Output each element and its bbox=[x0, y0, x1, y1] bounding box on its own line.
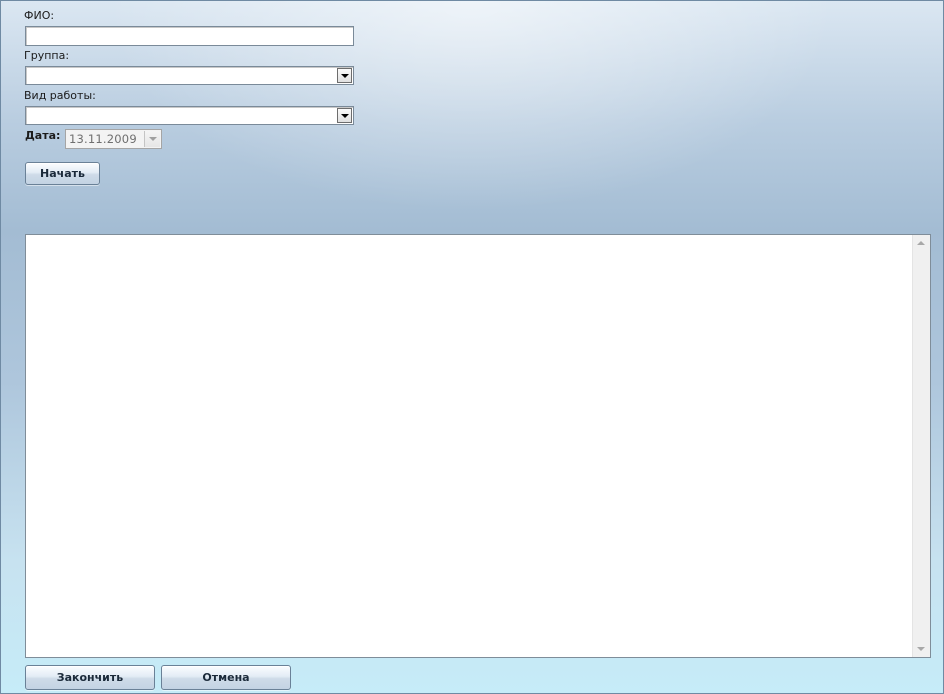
group-dropdown-button[interactable] bbox=[337, 68, 352, 83]
work-type-dropdown-button[interactable] bbox=[337, 108, 352, 123]
date-value: 13.11.2009 bbox=[69, 132, 137, 146]
scroll-down-icon[interactable] bbox=[917, 647, 925, 651]
main-window: ФИО: Группа: Вид работы: Дата: 13.11.200… bbox=[0, 0, 944, 694]
date-label: Дата: bbox=[25, 129, 61, 142]
chevron-down-icon bbox=[340, 73, 349, 78]
fio-label: ФИО: bbox=[24, 9, 55, 22]
date-picker: 13.11.2009 bbox=[65, 129, 162, 149]
cancel-button[interactable]: Отмена bbox=[161, 665, 291, 690]
start-button[interactable]: Начать bbox=[25, 162, 100, 185]
finish-button[interactable]: Закончить bbox=[25, 665, 155, 690]
fio-input[interactable] bbox=[25, 26, 354, 46]
scroll-up-icon[interactable] bbox=[917, 241, 925, 245]
work-type-label: Вид работы: bbox=[24, 89, 96, 102]
date-dropdown-button bbox=[144, 131, 160, 147]
group-label: Группа: bbox=[24, 49, 70, 62]
chevron-down-icon bbox=[340, 113, 349, 118]
group-select[interactable] bbox=[25, 66, 354, 85]
work-type-select[interactable] bbox=[25, 106, 354, 125]
chevron-down-icon bbox=[148, 137, 157, 141]
log-textarea[interactable] bbox=[25, 234, 931, 658]
vertical-scrollbar[interactable] bbox=[912, 235, 930, 657]
